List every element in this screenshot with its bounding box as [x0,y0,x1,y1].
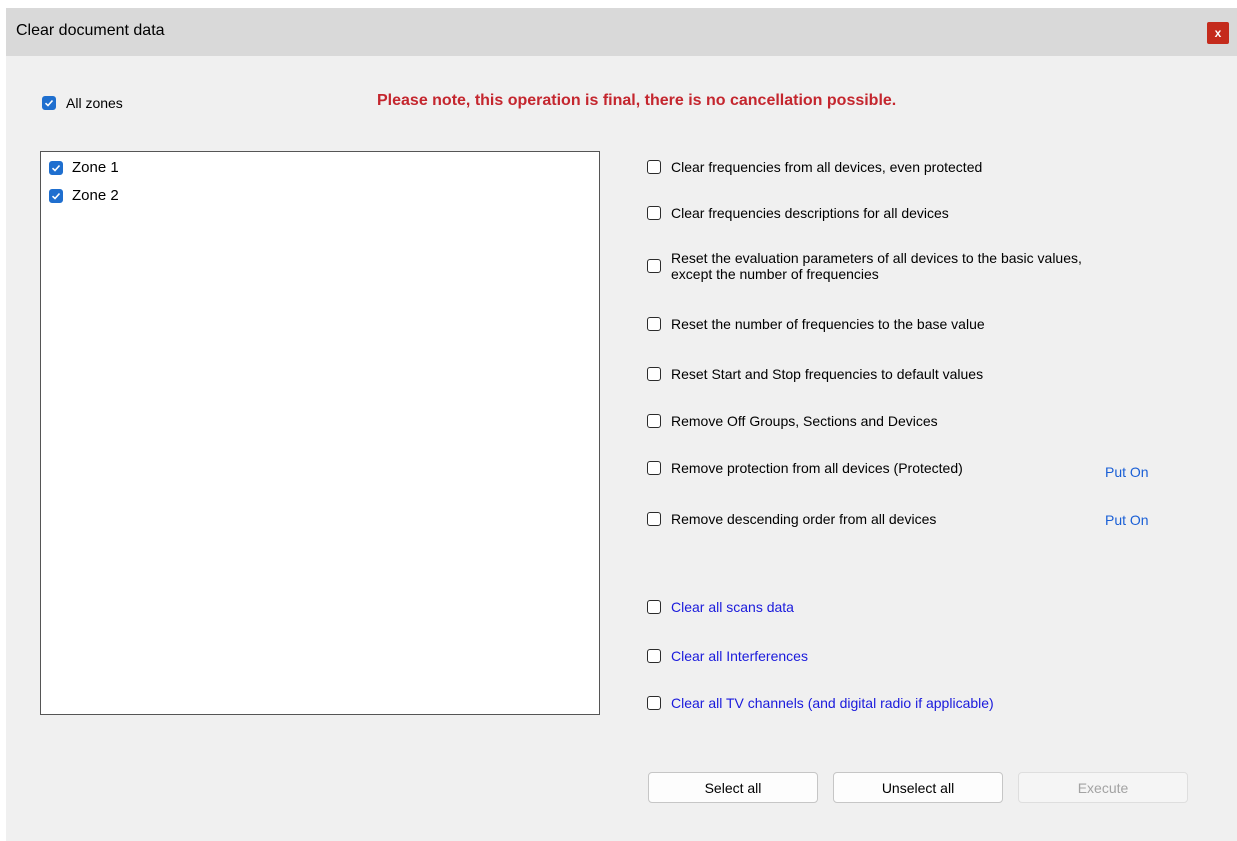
checkbox-unchecked-icon[interactable] [647,600,661,614]
option-clear-descriptions[interactable]: Clear frequencies descriptions for all d… [647,205,949,221]
checkbox-unchecked-icon[interactable] [647,461,661,475]
option-label: Clear all TV channels (and digital radio… [671,695,994,711]
checkbox-checked-icon[interactable] [42,96,56,110]
execute-button[interactable]: Execute [1018,772,1188,803]
checkbox-unchecked-icon[interactable] [647,317,661,331]
option-clear-tv-channels[interactable]: Clear all TV channels (and digital radio… [647,695,994,711]
warning-message: Please note, this operation is final, th… [377,92,897,109]
option-label: Remove Off Groups, Sections and Devices [671,413,938,429]
checkbox-unchecked-icon[interactable] [647,259,661,273]
checkbox-unchecked-icon[interactable] [647,512,661,526]
close-icon: x [1214,26,1222,40]
option-reset-number-of-frequencies[interactable]: Reset the number of frequencies to the b… [647,316,985,332]
checkbox-unchecked-icon[interactable] [647,414,661,428]
option-label: Reset Start and Stop frequencies to defa… [671,366,984,382]
checkbox-unchecked-icon[interactable] [647,649,661,663]
option-reset-start-stop[interactable]: Reset Start and Stop frequencies to defa… [647,366,983,382]
checkbox-unchecked-icon[interactable] [647,206,661,220]
option-label: Reset the evaluation parameters of all d… [671,250,1082,282]
select-all-button[interactable]: Select all [648,772,818,803]
all-zones-checkbox[interactable]: All zones [42,95,123,111]
option-label: Reset the number of frequencies to the b… [671,316,985,332]
unselect-all-button[interactable]: Unselect all [833,772,1003,803]
close-button[interactable]: x [1207,22,1229,44]
option-remove-off-groups[interactable]: Remove Off Groups, Sections and Devices [647,413,938,429]
all-zones-label: All zones [66,95,123,111]
zone-label: Zone 2 [72,187,119,204]
option-label-line-1: Reset the evaluation parameters of all d… [671,250,1082,266]
checkbox-unchecked-icon[interactable] [647,367,661,381]
window-title: Clear document data [16,22,165,39]
option-reset-evaluation-parameters[interactable]: Reset the evaluation parameters of all d… [647,250,1082,282]
zone-list[interactable]: Zone 1 Zone 2 [40,151,600,715]
option-remove-descending-order[interactable]: Remove descending order from all devices [647,511,936,527]
option-label-line-2: except the number of frequencies [671,266,879,282]
option-label: Clear frequencies descriptions for all d… [671,205,949,221]
title-bar[interactable]: Clear document data x [6,8,1237,56]
checkbox-checked-icon[interactable] [49,188,63,203]
checkbox-unchecked-icon[interactable] [647,696,661,710]
option-clear-scans-data[interactable]: Clear all scans data [647,599,794,615]
list-item-zone-2[interactable]: Zone 2 [49,187,119,204]
option-clear-interferences[interactable]: Clear all Interferences [647,648,808,664]
dialog-window: Clear document data x All zones Please n… [6,8,1237,841]
option-label: Remove descending order from all devices [671,511,937,527]
put-on-protection-link[interactable]: Put On [1105,464,1149,480]
option-label: Clear frequencies from all devices, even… [671,159,983,175]
option-clear-frequencies[interactable]: Clear frequencies from all devices, even… [647,159,982,175]
option-label: Clear all Interferences [671,648,808,664]
checkbox-checked-icon[interactable] [49,160,63,175]
checkbox-unchecked-icon[interactable] [647,160,661,174]
option-remove-protection[interactable]: Remove protection from all devices (Prot… [647,460,963,476]
zone-label: Zone 1 [72,159,119,176]
option-label: Clear all scans data [671,599,794,615]
list-item-zone-1[interactable]: Zone 1 [49,159,119,176]
put-on-descending-order-link[interactable]: Put On [1105,512,1149,528]
option-label: Remove protection from all devices (Prot… [671,460,963,476]
